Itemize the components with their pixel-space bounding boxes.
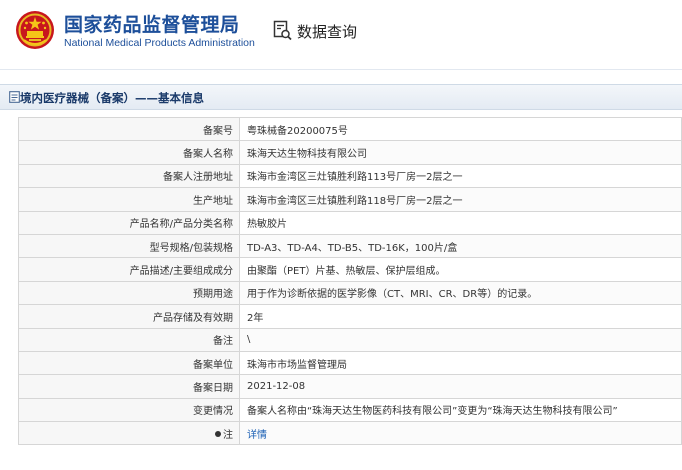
field-label: 产品描述/主要组成成分 <box>18 257 240 282</box>
header-divider <box>0 69 682 70</box>
data-query-label: 数据查询 <box>297 23 358 41</box>
field-label: 备案人注册地址 <box>18 163 240 189</box>
note-label-cell: 注 <box>18 421 240 446</box>
agency-name-cn: 国家药品监督管理局 <box>64 14 240 36</box>
field-label: 备注 <box>18 327 240 352</box>
field-label: 预期用途 <box>18 280 240 306</box>
site-header: 国家药品监督管理局 National Medical Products Admi… <box>0 0 682 70</box>
table-row: 产品名称/产品分类名称 热敏胶片 <box>18 210 682 235</box>
field-label: 型号规格/包装规格 <box>18 233 240 259</box>
field-value: 珠海市金湾区三灶镇胜利路113号厂房一2层之一 <box>239 163 682 189</box>
table-row: 备案日期 2021-12-08 <box>18 374 682 399</box>
field-value: 由聚酯（PET）片基、热敏层、保护层组成。 <box>239 257 682 282</box>
national-emblem-icon <box>16 11 54 49</box>
field-value: 热敏胶片 <box>239 210 682 235</box>
field-value: 2021-12-08 <box>239 374 682 399</box>
field-label: 生产地址 <box>18 187 240 212</box>
note-value-cell: 详情 <box>239 421 682 446</box>
field-label: 注 <box>223 429 233 441</box>
table-row: 产品描述/主要组成成分 由聚酯（PET）片基、热敏层、保护层组成。 <box>18 257 682 282</box>
field-label: 产品存储及有效期 <box>18 304 240 329</box>
field-value: 备案人名称由“珠海天达生物医药科技有限公司”变更为“珠海天达生物科技有限公司” <box>239 397 682 423</box>
data-query-icon <box>273 20 292 41</box>
field-label: 备案单位 <box>18 350 240 376</box>
field-label: 备案人名称 <box>18 140 240 165</box>
table-row: 注 详情 <box>18 421 682 446</box>
field-label: 备案号 <box>18 116 240 142</box>
field-label: 产品名称/产品分类名称 <box>18 210 240 235</box>
bullet-icon <box>215 430 221 437</box>
field-value: TD-A3、TD-A4、TD-B5、TD-16K，100片/盒 <box>239 233 682 259</box>
table-row: 备案单位 珠海市市场监督管理局 <box>18 350 682 376</box>
field-value: 2年 <box>239 304 682 329</box>
field-value: 粤珠械备20200075号 <box>239 116 682 142</box>
table-row: 型号规格/包装规格 TD-A3、TD-A4、TD-B5、TD-16K，100片/… <box>18 233 682 259</box>
details-link[interactable]: 详情 <box>247 430 267 441</box>
table-row: 预期用途 用于作为诊断依据的医学影像（CT、MRI、CR、DR等）的记录。 <box>18 280 682 306</box>
field-value: 珠海天达生物科技有限公司 <box>239 140 682 165</box>
table-row: 备案人注册地址 珠海市金湾区三灶镇胜利路113号厂房一2层之一 <box>18 163 682 189</box>
table-row: 备案号 粤珠械备20200075号 <box>18 116 682 142</box>
field-label: 备案日期 <box>18 374 240 399</box>
field-value: 珠海市市场监督管理局 <box>239 350 682 376</box>
table-row: 产品存储及有效期 2年 <box>18 304 682 329</box>
table-row: 备注 \ <box>18 327 682 352</box>
field-label: 变更情况 <box>18 397 240 423</box>
section-title: 境内医疗器械（备案）——基本信息 <box>20 91 204 105</box>
field-value: \ <box>239 327 682 352</box>
section-header: 境内医疗器械（备案）——基本信息 <box>0 84 682 110</box>
table-row: 生产地址 珠海市金湾区三灶镇胜利路118号厂房一2层之一 <box>18 187 682 212</box>
table-row: 备案人名称 珠海天达生物科技有限公司 <box>18 140 682 165</box>
table-row: 变更情况 备案人名称由“珠海天达生物医药科技有限公司”变更为“珠海天达生物科技有… <box>18 397 682 423</box>
document-icon <box>9 91 20 103</box>
record-detail-table: 备案号 粤珠械备20200075号 备案人名称 珠海天达生物科技有限公司 备案人… <box>18 116 682 446</box>
field-value: 珠海市金湾区三灶镇胜利路118号厂房一2层之一 <box>239 187 682 212</box>
agency-name-en: National Medical Products Administration <box>64 37 255 49</box>
field-value: 用于作为诊断依据的医学影像（CT、MRI、CR、DR等）的记录。 <box>239 280 682 306</box>
